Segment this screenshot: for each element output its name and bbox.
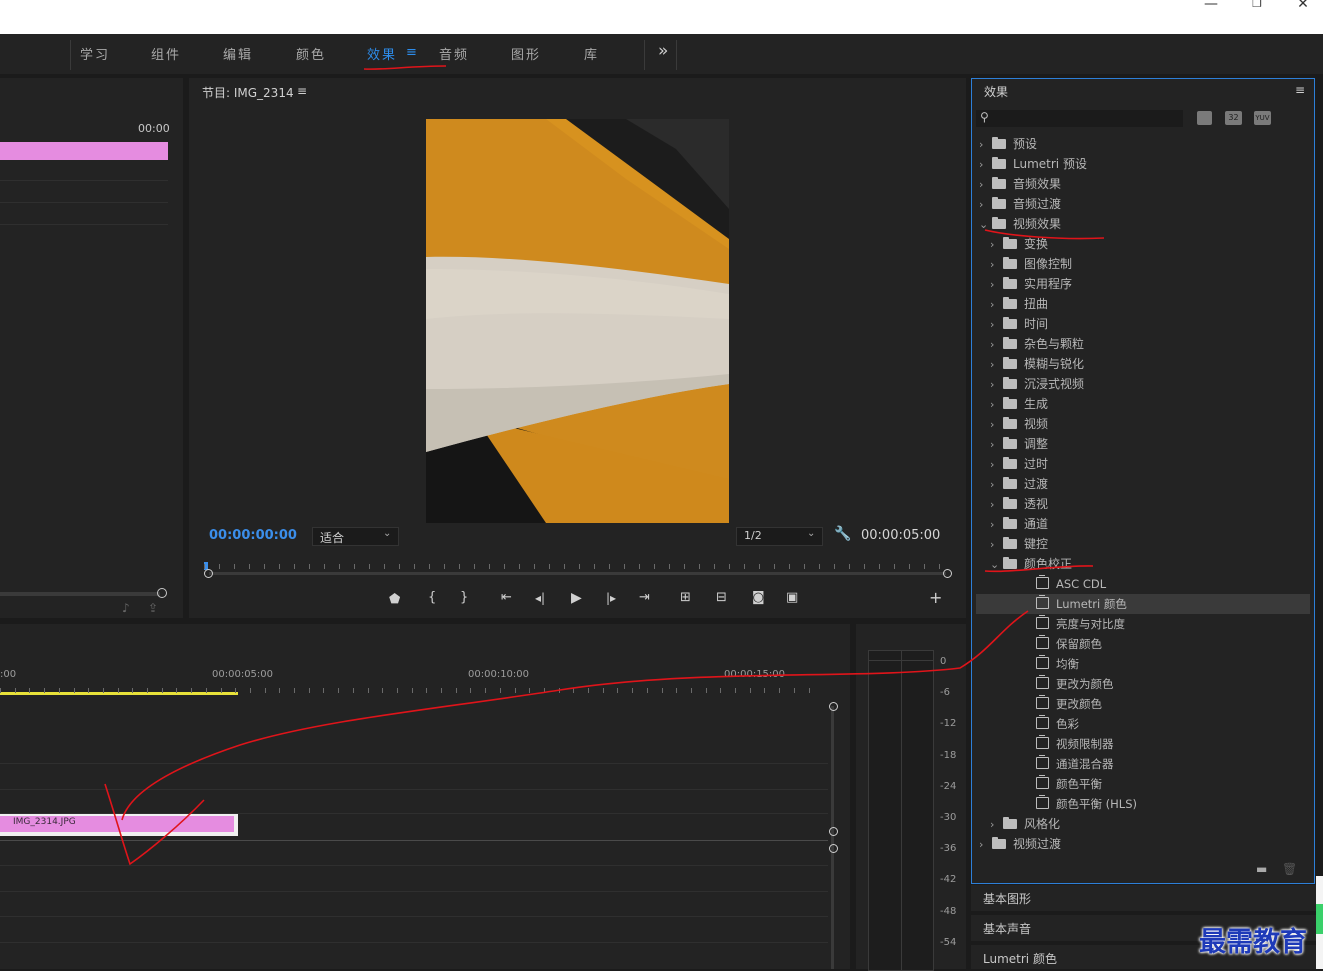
annotation-underline [984, 229, 1105, 240]
annotation-underline [363, 65, 447, 70]
annotation-overlay [104, 65, 1105, 866]
annotation-arrow-head [104, 783, 205, 866]
annotation-arrow-curve [121, 610, 1029, 821]
annotation-underline [984, 565, 1094, 573]
